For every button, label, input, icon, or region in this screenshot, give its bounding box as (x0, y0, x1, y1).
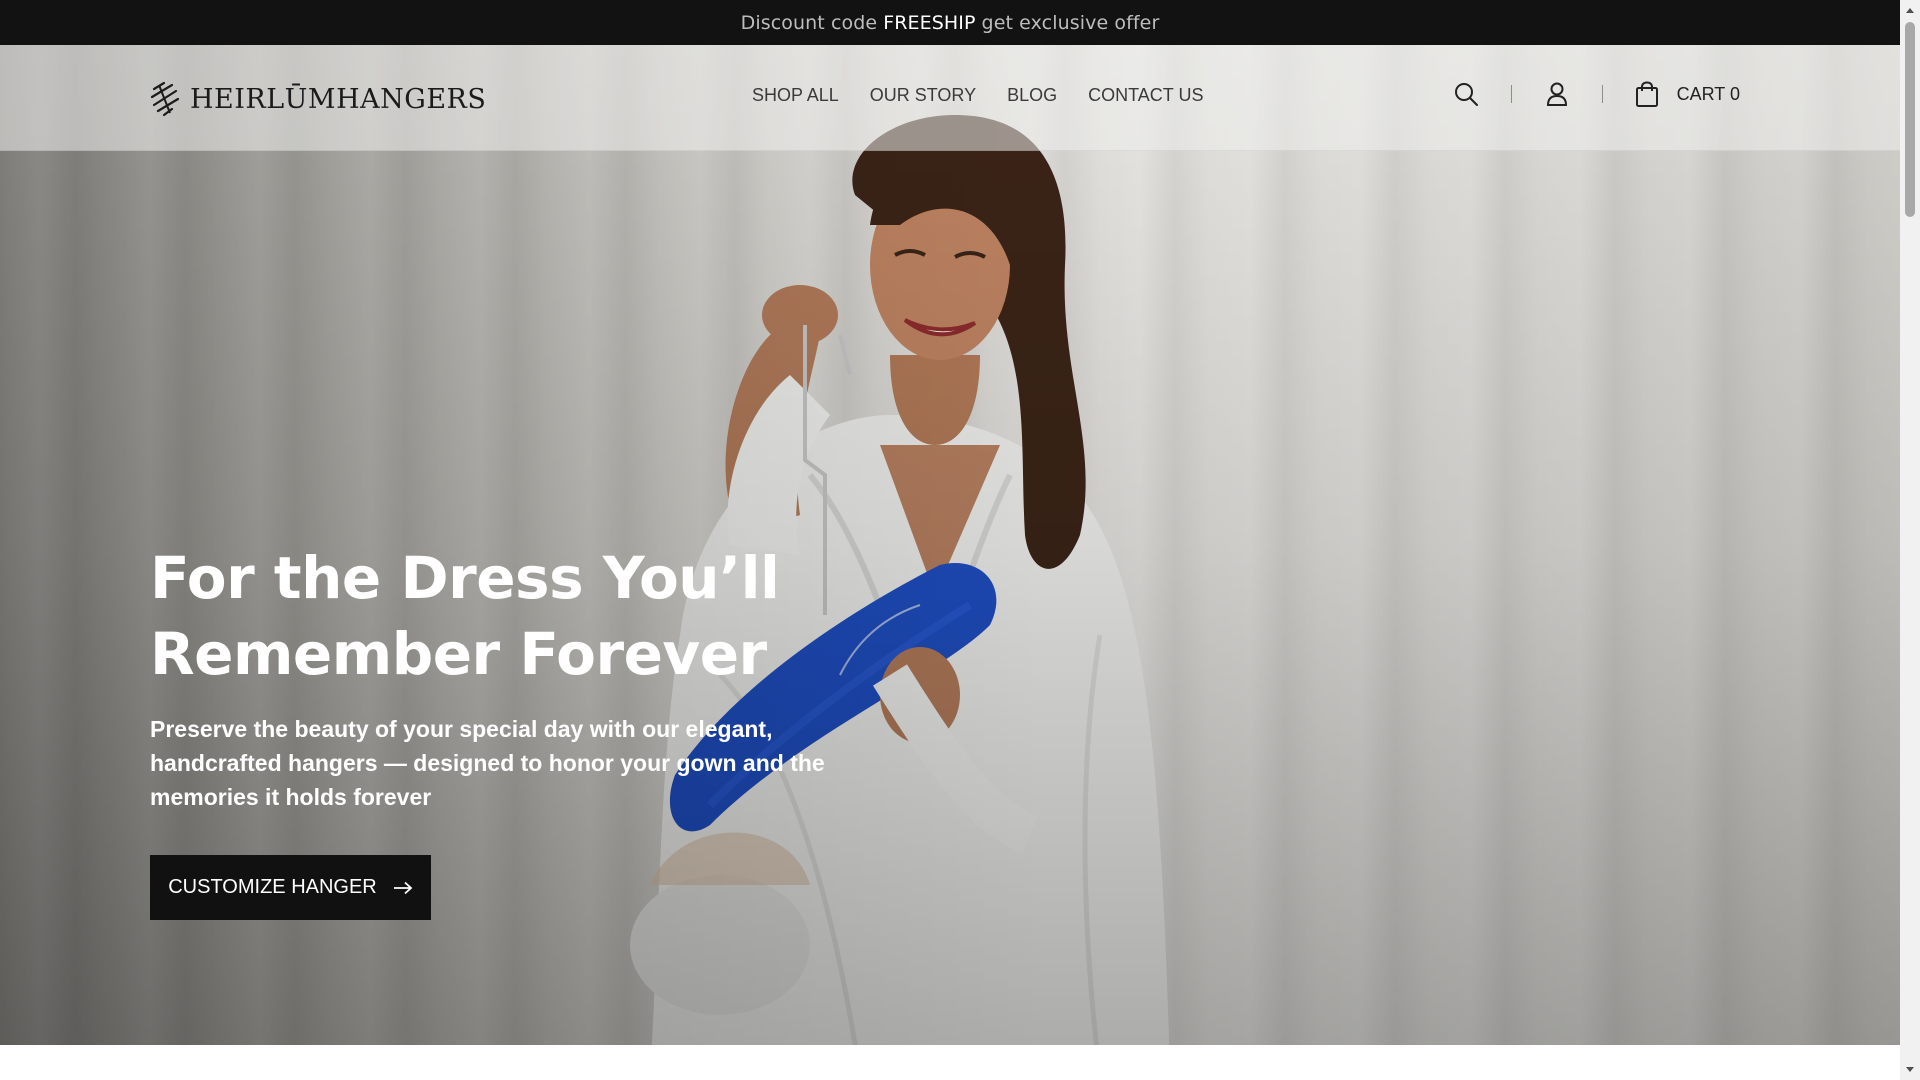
scrollbar-thumb[interactable] (1905, 22, 1915, 217)
nav-blog[interactable]: BLOG (1007, 85, 1057, 106)
divider (1601, 85, 1603, 103)
cart-button[interactable]: CART 0 (1635, 81, 1740, 107)
hero-title: For the Dress You’ll Remember Forever (150, 540, 910, 692)
nav-our-story[interactable]: OUR STORY (870, 85, 976, 106)
arrow-right-icon (393, 881, 413, 894)
customize-hanger-button[interactable]: CUSTOMIZE HANGER (150, 855, 431, 920)
divider (1510, 85, 1512, 103)
announcement-prefix: Discount code (740, 11, 878, 34)
site-header: HEIRLŪMHANGERS SHOP ALL OUR STORY BLOG C… (0, 45, 1900, 151)
announcement-suffix: get exclusive offer (981, 11, 1160, 34)
hero-title-line-2: Remember Forever (150, 620, 767, 688)
nav-contact-us[interactable]: CONTACT US (1088, 85, 1203, 106)
cart-bag-icon (1635, 81, 1658, 107)
search-icon[interactable] (1453, 81, 1479, 107)
brand-logo[interactable]: HEIRLŪMHANGERS (150, 77, 486, 121)
logo-mark-icon (150, 81, 180, 117)
brand-name: HEIRLŪMHANGERS (190, 83, 487, 115)
page-viewport: Discount code FREESHIP get exclusive off… (0, 0, 1900, 1080)
hero-subtitle: Preserve the beauty of your special day … (150, 716, 825, 810)
nav-shop-all[interactable]: SHOP ALL (752, 85, 839, 106)
hero-title-line-1: For the Dress You’ll (150, 544, 780, 612)
header-actions: CART 0 (1453, 81, 1740, 107)
cta-label: CUSTOMIZE HANGER (168, 876, 377, 898)
next-section (0, 1045, 1900, 1080)
discount-code: FREESHIP (883, 11, 976, 34)
scroll-down-arrow-icon[interactable] (1900, 1062, 1920, 1078)
announcement-bar: Discount code FREESHIP get exclusive off… (0, 0, 1900, 45)
scroll-up-arrow-icon[interactable] (1900, 2, 1920, 18)
cart-count-label: CART 0 (1676, 83, 1740, 104)
main-nav: SHOP ALL OUR STORY BLOG CONTACT US (752, 85, 1203, 106)
account-icon[interactable] (1544, 81, 1570, 107)
page-scrollbar[interactable] (1900, 0, 1920, 1080)
